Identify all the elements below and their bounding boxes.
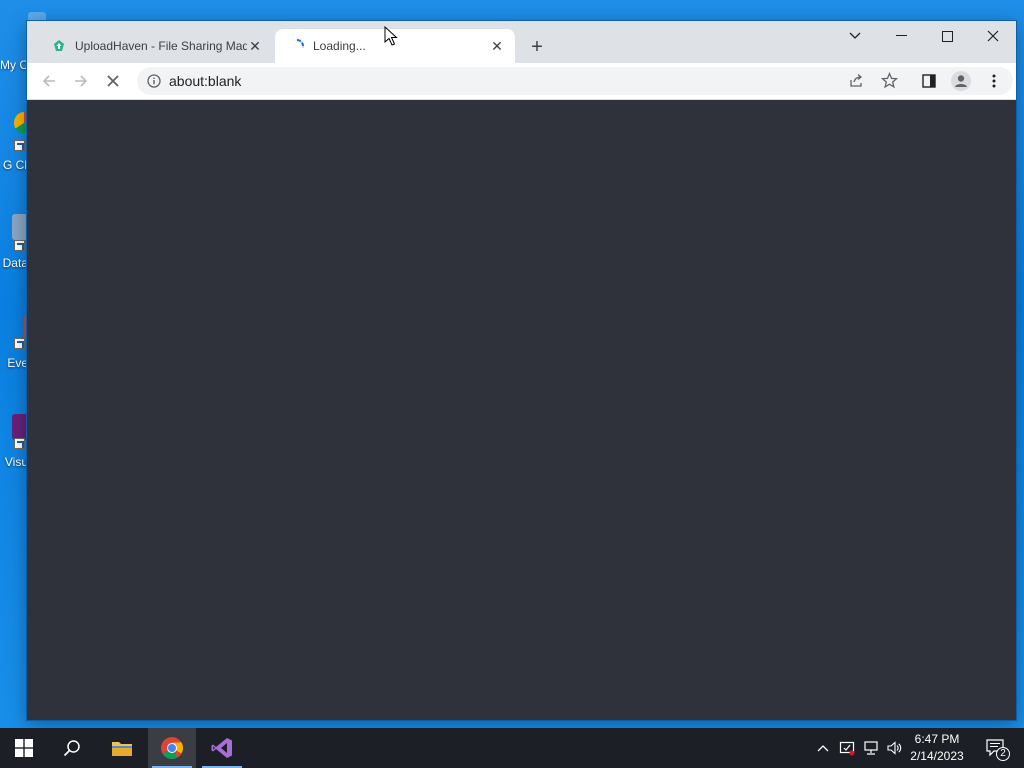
chrome-icon: [161, 737, 183, 759]
taskbar-visual-studio[interactable]: [198, 728, 246, 768]
tray-volume-icon[interactable]: [883, 728, 905, 768]
taskbar-chrome[interactable]: [148, 728, 196, 768]
close-tab-icon[interactable]: ✕: [247, 38, 263, 54]
tab-strip: UploadHaven - File Sharing Made ✕ Loadin…: [27, 21, 1016, 63]
profile-button[interactable]: [947, 67, 975, 95]
minimize-icon: [895, 35, 907, 36]
shortcut-arrow-icon: [14, 438, 25, 449]
windows-logo-icon: [15, 739, 33, 757]
chevron-up-icon: [817, 745, 829, 752]
shortcut-arrow-icon: [14, 338, 25, 349]
notification-count-badge: 2: [996, 747, 1010, 761]
file-explorer-icon: [112, 742, 132, 756]
mouse-cursor-icon: [384, 26, 398, 46]
address-bar[interactable]: about:blank: [137, 67, 1013, 95]
stop-icon: [107, 75, 119, 87]
network-icon: [864, 741, 878, 755]
chevron-down-icon: [849, 32, 861, 39]
defender-icon: [839, 741, 855, 756]
desktop-icon-label: Visu: [4, 455, 28, 469]
maximize-button[interactable]: [924, 21, 970, 51]
new-tab-button[interactable]: +: [525, 35, 549, 59]
volume-icon: [887, 741, 902, 755]
search-icon: [63, 740, 80, 757]
tab-uploadhaven[interactable]: UploadHaven - File Sharing Made ✕: [37, 29, 273, 63]
taskbar: 6:47 PM 2/14/2023 2: [0, 728, 1024, 768]
desktop-icon-event[interactable]: Eve: [0, 310, 30, 372]
minimize-button[interactable]: [878, 21, 924, 51]
shortcut-arrow-icon: [14, 140, 25, 151]
tray-security-icon[interactable]: [836, 728, 858, 768]
back-button[interactable]: [35, 67, 63, 95]
info-icon[interactable]: [147, 74, 161, 88]
desktop-icon-chrome[interactable]: G Cl: [0, 108, 34, 188]
taskbar-file-explorer[interactable]: [98, 728, 146, 768]
stop-loading-button[interactable]: [99, 67, 127, 95]
avatar-icon: [951, 71, 971, 91]
side-panel-icon: [922, 74, 936, 88]
desktop-icon-my-computer[interactable]: My C: [0, 10, 46, 72]
desktop-icon-label: My C: [0, 58, 28, 72]
desktop-icon-data[interactable]: Data: [0, 210, 34, 272]
browser-window: UploadHaven - File Sharing Made ✕ Loadin…: [27, 21, 1016, 720]
clock-time: 6:47 PM: [914, 732, 960, 746]
action-center-button[interactable]: 2: [978, 728, 1014, 768]
close-icon: [987, 30, 999, 42]
kebab-menu-icon: [992, 74, 996, 88]
taskbar-clock[interactable]: 6:47 PM 2/14/2023: [905, 731, 969, 765]
desktop-icon-label: G Cl: [3, 158, 27, 172]
side-panel-button[interactable]: [915, 67, 943, 95]
forward-button[interactable]: [67, 67, 95, 95]
desktop-icon-label: Eve: [7, 356, 28, 370]
close-tab-icon[interactable]: ✕: [489, 38, 505, 54]
uploadhaven-icon: [51, 38, 67, 54]
start-button[interactable]: [0, 728, 48, 768]
tray-network-icon[interactable]: [860, 728, 882, 768]
search-button[interactable]: [48, 728, 96, 768]
back-arrow-icon: [42, 75, 55, 87]
tab-title: UploadHaven - File Sharing Made: [75, 39, 247, 53]
desktop-icon-visual-studio[interactable]: Visu: [0, 410, 34, 472]
bookmark-star-icon[interactable]: [881, 72, 898, 89]
browser-toolbar: about:blank: [27, 63, 1016, 100]
loading-spinner-icon: [289, 38, 305, 54]
desktop-icon-label: Data: [2, 256, 28, 270]
page-content[interactable]: [27, 100, 1016, 720]
shortcut-arrow-icon: [14, 240, 25, 251]
show-hidden-icons-button[interactable]: [813, 728, 833, 768]
tab-title: Loading...: [313, 39, 366, 53]
visual-studio-icon: [211, 738, 232, 758]
maximize-icon: [941, 30, 953, 42]
clock-date: 2/14/2023: [910, 749, 964, 763]
tab-search-button[interactable]: [832, 21, 878, 51]
share-icon[interactable]: [848, 73, 864, 89]
close-window-button[interactable]: [970, 21, 1016, 51]
address-url: about:blank: [169, 73, 242, 89]
forward-arrow-icon: [75, 75, 88, 87]
menu-button[interactable]: [980, 67, 1008, 95]
